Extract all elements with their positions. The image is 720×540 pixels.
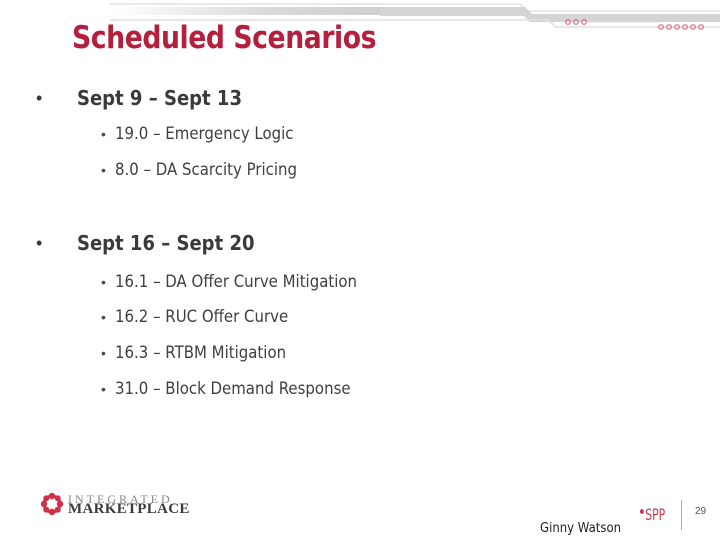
bullet: •: [36, 88, 43, 108]
bullet: •: [101, 126, 106, 142]
list-item-text: 16.1 – DA Offer Curve Mitigation: [115, 272, 358, 292]
spp-logo-text: SPP: [645, 505, 666, 524]
bullet: •: [36, 233, 43, 253]
list-item: • 16.2 – RUC Offer Curve: [0, 307, 600, 333]
page-number: 29: [695, 506, 707, 517]
bullet: •: [101, 345, 106, 361]
bullet: •: [101, 381, 106, 397]
list-item-text: 16.2 – RUC Offer Curve: [115, 307, 289, 327]
section-heading-text: Sept 9 – Sept 13: [77, 86, 242, 110]
bullet: •: [101, 274, 106, 290]
marketplace-emblem-icon: [40, 492, 64, 516]
list-item-text: 19.0 – Emergency Logic: [115, 124, 294, 144]
list-item-text: 8.0 – DA Scarcity Pricing: [115, 160, 298, 180]
bullet: •: [101, 162, 106, 178]
list-item: • 16.3 – RTBM Mitigation: [0, 343, 600, 369]
section-heading: • Sept 9 – Sept 13: [0, 86, 600, 118]
list-item: • 31.0 – Block Demand Response: [0, 379, 600, 405]
integrated-marketplace-logo: INTEGRATED MARKETPLACE: [40, 490, 189, 520]
list-item: • 19.0 – Emergency Logic: [0, 124, 600, 150]
list-item-text: 31.0 – Block Demand Response: [115, 379, 351, 399]
slide-title: Scheduled Scenarios: [72, 20, 377, 56]
presenter-name: Ginny Watson: [540, 521, 622, 536]
list-item: • 8.0 – DA Scarcity Pricing: [0, 160, 600, 186]
spp-dot-icon: [640, 509, 644, 514]
section-heading: • Sept 16 – Sept 20: [0, 231, 600, 263]
spp-logo: SPP: [640, 505, 665, 524]
bullet: •: [101, 309, 106, 325]
logo-text-marketplace: MARKETPLACE: [68, 501, 190, 517]
footer-divider: [681, 500, 682, 530]
section-heading-text: Sept 16 – Sept 20: [77, 231, 255, 255]
list-item-text: 16.3 – RTBM Mitigation: [115, 343, 287, 363]
list-item: • 16.1 – DA Offer Curve Mitigation: [0, 272, 600, 298]
